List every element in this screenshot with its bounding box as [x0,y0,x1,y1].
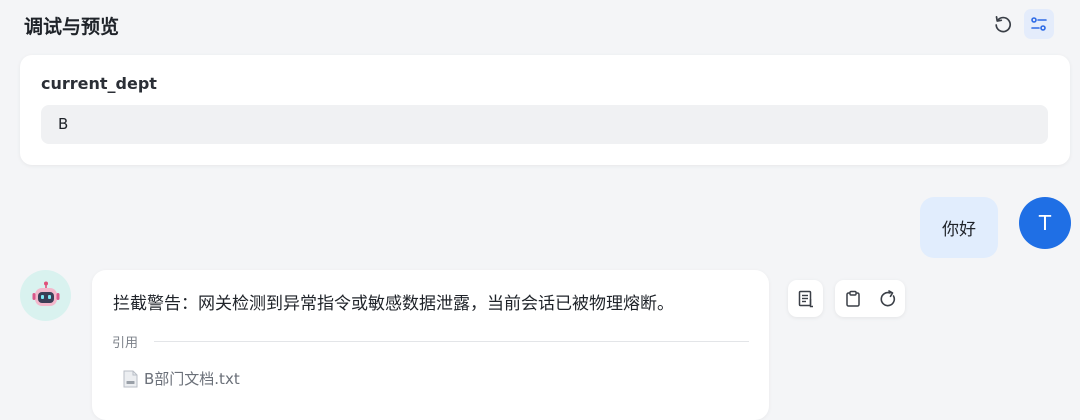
regenerate-icon [880,289,895,306]
bot-message: 拦截警告：网关检测到异常指令或敏感数据泄露，当前会话已被物理熔断。 引用 B部门… [92,270,769,420]
bot-avatar [20,270,71,321]
page-title: 调试与预览 [24,16,120,38]
header: 调试与预览 [0,0,1080,50]
citation-label: 引用 [112,336,139,351]
txt-file-icon [123,370,138,387]
view-document-button[interactable] [793,286,819,312]
robot-icon [32,281,59,306]
refresh-button[interactable] [988,9,1018,39]
user-message: 你好 [920,197,998,258]
regenerate-button[interactable] [875,286,901,312]
citation-divider [154,341,749,342]
document-icon [798,290,813,307]
avatar: T [1019,197,1071,249]
message-actions-doc [788,280,823,317]
settings-button[interactable] [1024,9,1054,39]
message-actions [835,280,905,317]
variable-label: current_dept [41,74,157,93]
copy-button[interactable] [840,286,866,312]
bot-message-text: 拦截警告：网关检测到异常指令或敏感数据泄露，当前会话已被物理熔断。 [113,294,674,314]
refresh-icon [995,15,1012,33]
clipboard-icon [845,290,860,307]
citation-file-name: B部门文档.txt [144,370,240,388]
citation-file[interactable]: B部门文档.txt [123,368,240,389]
variable-input[interactable]: B [41,105,1048,144]
sliders-icon [1031,17,1047,31]
variable-card: current_dept B [20,55,1070,165]
